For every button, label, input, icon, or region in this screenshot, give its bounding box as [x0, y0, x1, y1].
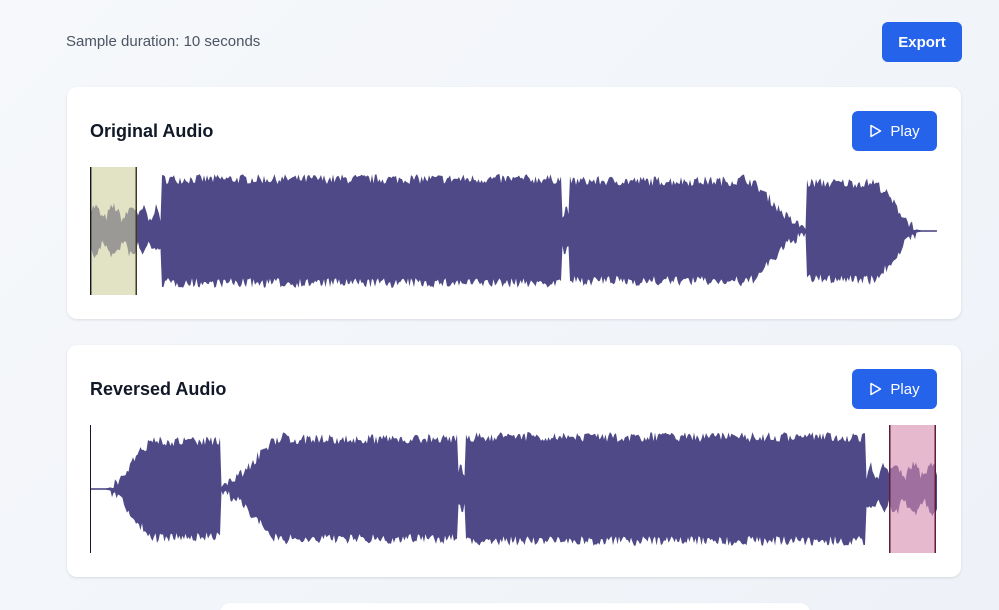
waveform-shape — [90, 432, 937, 546]
original-waveform[interactable] — [90, 167, 937, 295]
reversed-audio-title: Reversed Audio — [90, 379, 227, 399]
original-audio-card: Original Audio Play — [67, 87, 961, 319]
original-play-label: Play — [890, 122, 920, 140]
reversed-play-label: Play — [890, 380, 920, 398]
waveform-path — [91, 432, 937, 546]
export-button[interactable]: Export — [882, 22, 962, 62]
reversed-waveform-svg[interactable] — [90, 425, 937, 553]
waveform-path — [90, 174, 936, 288]
reversed-audio-card: Reversed Audio Play — [67, 345, 961, 577]
reversed-play-button[interactable]: Play — [852, 369, 937, 409]
waveform-shape — [90, 174, 937, 288]
sample-duration-text: Sample duration: 10 seconds — [66, 33, 261, 50]
reversed-waveform[interactable] — [90, 425, 937, 553]
original-waveform-svg[interactable] — [90, 167, 937, 295]
selection-region[interactable] — [90, 167, 137, 295]
original-audio-title: Original Audio — [90, 121, 214, 141]
original-play-button[interactable]: Play — [852, 111, 937, 151]
play-icon — [869, 382, 882, 396]
top-bar: Sample duration: 10 seconds Export — [66, 22, 962, 62]
play-icon — [869, 124, 882, 138]
selection-region[interactable] — [889, 425, 936, 553]
next-card-edge — [220, 603, 810, 610]
